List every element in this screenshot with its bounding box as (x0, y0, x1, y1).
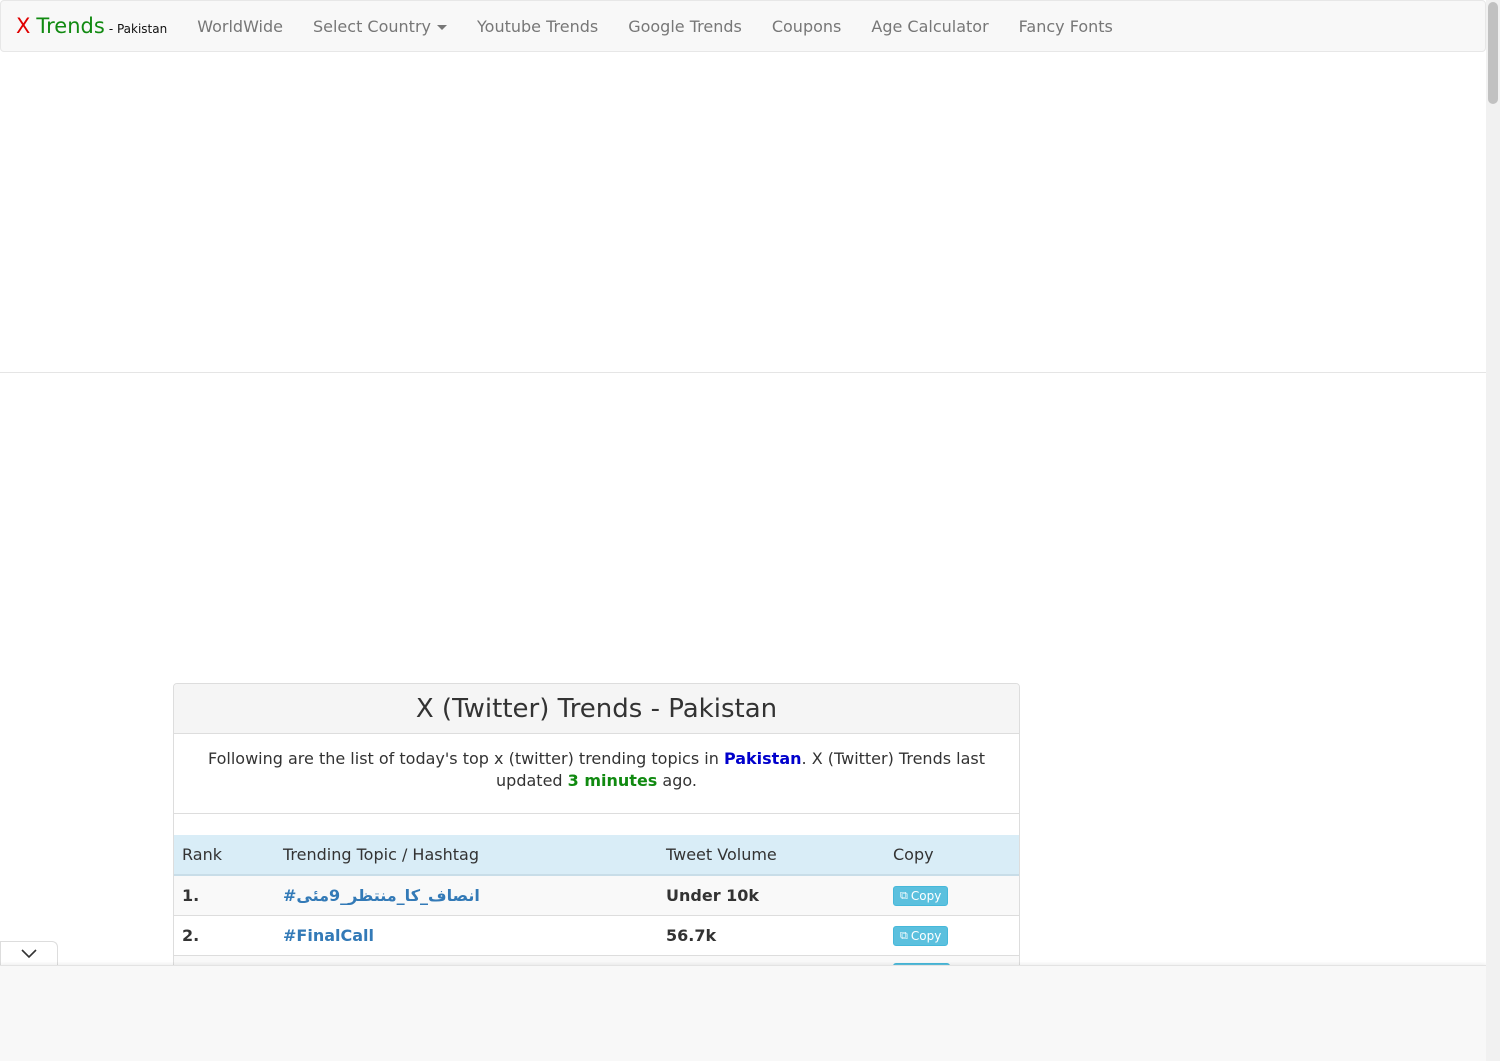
copy-button[interactable]: ⧉ Copy (893, 886, 949, 907)
row-topic: #انصاف_کا_منتظر_9مئی (275, 874, 658, 915)
trends-panel: X (Twitter) Trends - Pakistan Following … (173, 683, 1020, 983)
nav-google-trends[interactable]: Google Trends (613, 17, 757, 36)
site-brand[interactable]: X Trends - Pakistan (1, 14, 182, 38)
desc-text-3: ago. (657, 771, 697, 790)
nav-worldwide[interactable]: WorldWide (182, 17, 298, 36)
copy-button-label: Copy (910, 929, 942, 943)
nav-coupons[interactable]: Coupons (757, 17, 857, 36)
trends-table: Rank Trending Topic / Hashtag Tweet Volu… (174, 835, 1019, 982)
header-rank: Rank (174, 835, 275, 876)
copy-button-label: Copy (910, 889, 942, 904)
row-copy-cell: ⧉ Copy (885, 914, 1019, 955)
brand-trends: Trends (36, 14, 105, 38)
chevron-down-icon (21, 949, 37, 959)
ad-banner-middle (0, 373, 1486, 673)
row-rank: 1. (174, 874, 275, 915)
topic-link[interactable]: #FinalCall (283, 926, 374, 945)
panel-heading: X (Twitter) Trends - Pakistan (174, 684, 1019, 734)
page-scrollbar[interactable] (1486, 0, 1500, 1061)
topic-link[interactable]: #انصاف_کا_منتظر_9مئی (283, 886, 480, 905)
brand-country: - Pakistan (108, 22, 168, 36)
page-title: X (Twitter) Trends - Pakistan (415, 693, 778, 724)
table-row: 2. #FinalCall 56.7k ⧉ Copy (174, 914, 1019, 955)
copy-icon: ⧉ (900, 929, 908, 942)
row-rank: 2. (174, 914, 275, 955)
copy-button[interactable]: ⧉ Copy (893, 926, 949, 946)
header-topic: Trending Topic / Hashtag (275, 835, 658, 876)
nav-youtube-trends[interactable]: Youtube Trends (462, 17, 613, 36)
row-copy-cell: ⧉ Copy (885, 874, 1019, 915)
row-topic: #FinalCall (275, 914, 658, 955)
caret-down-icon (437, 24, 447, 30)
desc-text-1: Following are the list of today's top x … (207, 749, 724, 768)
collapse-ad-button[interactable] (0, 941, 58, 966)
scrollbar-thumb[interactable] (1488, 2, 1498, 104)
nav-select-country[interactable]: Select Country (298, 17, 462, 36)
nav-age-calculator[interactable]: Age Calculator (856, 17, 1003, 36)
row-volume: 56.7k (658, 914, 885, 955)
last-updated-time: 3 minutes (567, 771, 658, 790)
panel-description: Following are the list of today's top x … (174, 734, 1019, 814)
brand-x: X (16, 14, 31, 38)
header-volume: Tweet Volume (658, 835, 885, 876)
nav-select-country-label: Select Country (312, 16, 431, 36)
country-link[interactable]: Pakistan (724, 749, 802, 768)
row-volume: Under 10k (658, 874, 885, 915)
copy-icon: ⧉ (900, 889, 908, 903)
top-navbar: X Trends - Pakistan WorldWide Select Cou… (0, 0, 1486, 52)
ad-banner-bottom (0, 965, 1486, 1061)
table-row: 1. #انصاف_کا_منتظر_9مئی Under 10k ⧉ Copy (174, 874, 1019, 915)
ad-banner-top (0, 52, 1486, 373)
header-copy: Copy (885, 835, 1019, 876)
nav-fancy-fonts[interactable]: Fancy Fonts (1004, 17, 1128, 36)
table-header-row: Rank Trending Topic / Hashtag Tweet Volu… (174, 835, 1019, 876)
